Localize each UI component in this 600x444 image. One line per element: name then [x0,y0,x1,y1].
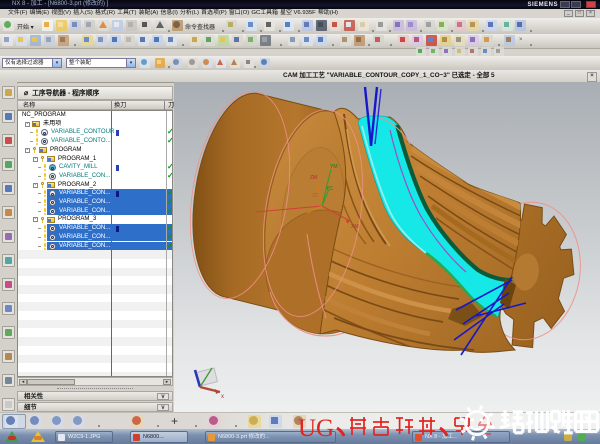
svg-text:UG: UG [298,415,334,442]
